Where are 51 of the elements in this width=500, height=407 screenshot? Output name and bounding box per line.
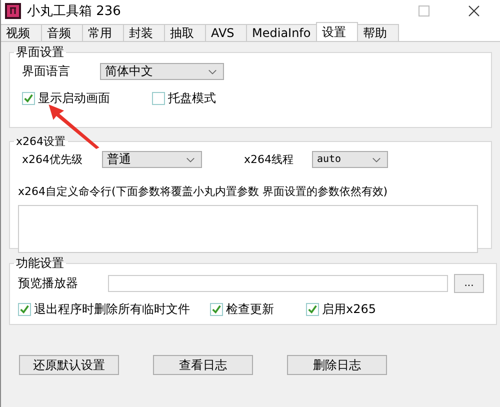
tab[interactable]: 封装 [123, 24, 165, 41]
language-dropdown[interactable]: 简体中文 [100, 63, 224, 80]
tab[interactable]: MediaInfo [246, 24, 317, 41]
tab[interactable]: 抽取 [164, 24, 206, 41]
checkbox[interactable]: 显示启动画面 [22, 90, 152, 107]
action-button[interactable]: 查看日志 [153, 355, 253, 375]
check-icon [307, 304, 318, 315]
group-title: 界面设置 [15, 44, 65, 61]
checkbox[interactable]: 退出程序时删除所有临时文件 [18, 301, 210, 318]
priority-dropdown[interactable]: 普通 [102, 151, 202, 168]
tab[interactable]: AVS [205, 24, 247, 41]
threads-dropdown[interactable]: auto [312, 151, 388, 168]
checkbox-box[interactable] [22, 92, 35, 105]
tab[interactable]: 音频 [41, 24, 83, 41]
checkbox-label: 启用x265 [322, 301, 376, 318]
browse-button[interactable]: ... [454, 274, 484, 293]
group-title: x264设置 [15, 134, 67, 149]
check-icon [23, 93, 34, 104]
check-icon [211, 304, 222, 315]
field-label: 界面语言 [22, 63, 71, 80]
player-path-field[interactable] [108, 275, 448, 292]
checkbox-box[interactable] [152, 92, 165, 105]
action-button[interactable]: 删除日志 [287, 355, 387, 375]
field-label: x264线程 [244, 152, 295, 167]
chevron-icon [372, 156, 381, 162]
tab[interactable]: 帮助 [356, 24, 399, 41]
field-label: x264自定义命令行(下面参数将覆盖小丸内置参数 界面设置的参数依然有效) [18, 184, 389, 199]
close-icon[interactable] [468, 5, 480, 17]
checkbox-box[interactable] [18, 303, 31, 316]
chevron-icon [208, 68, 217, 74]
field-label: x264优先级 [22, 152, 84, 167]
command-line-field[interactable] [18, 205, 478, 253]
app-icon [5, 3, 21, 19]
checkbox-label: 退出程序时删除所有临时文件 [34, 301, 190, 318]
field-label: 预览播放器 [18, 275, 79, 292]
chevron-icon [186, 156, 195, 162]
tab[interactable]: 视频 [1, 24, 42, 41]
checkbox[interactable]: 检查更新 [210, 301, 306, 318]
action-button[interactable]: 还原默认设置 [19, 355, 119, 375]
group-title: 功能设置 [15, 255, 65, 272]
window-title: 小丸工具箱 236 [27, 3, 121, 20]
checkbox-box[interactable] [306, 303, 319, 316]
checkbox-box[interactable] [210, 303, 223, 316]
checkbox-label: 显示启动画面 [38, 90, 110, 107]
checkbox-label: 托盘模式 [168, 90, 216, 107]
tab[interactable]: 常用 [82, 24, 124, 41]
maximize-icon[interactable] [418, 5, 430, 17]
checkbox[interactable]: 托盘模式 [152, 90, 252, 107]
checkbox-label: 检查更新 [226, 301, 274, 318]
checkbox[interactable]: 启用x265 [306, 301, 396, 318]
check-icon [19, 304, 30, 315]
